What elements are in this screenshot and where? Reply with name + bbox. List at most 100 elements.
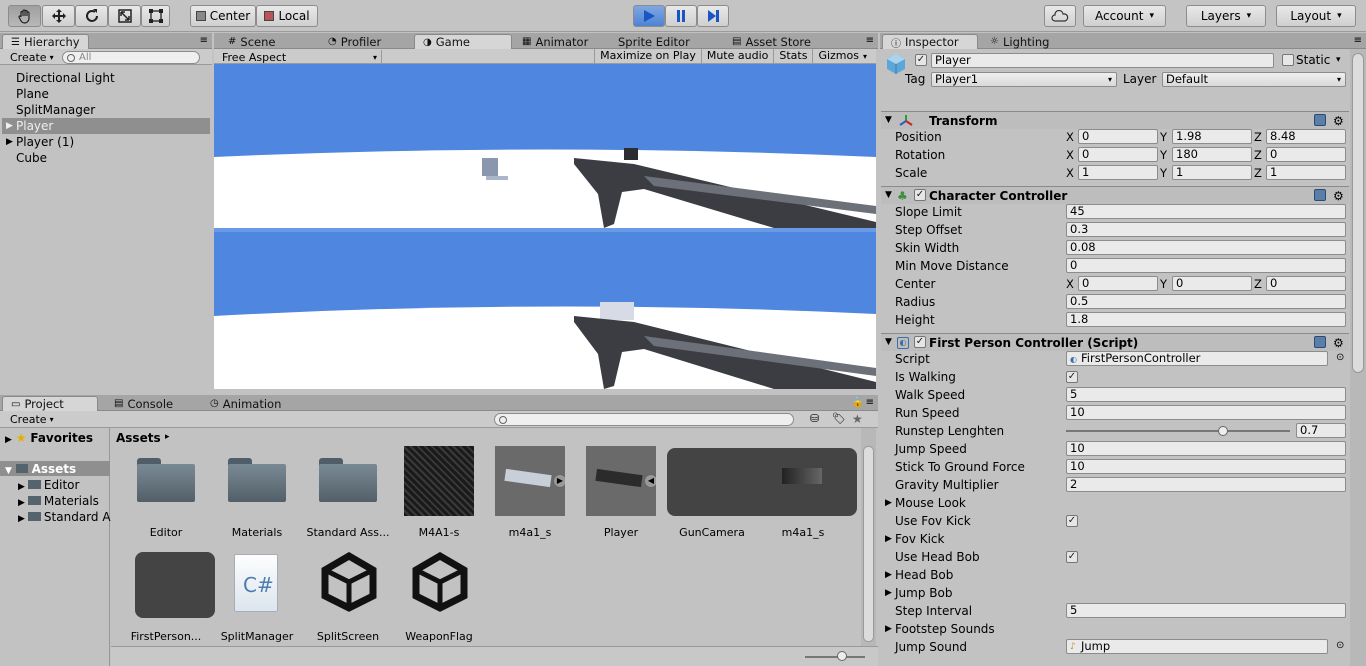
skin-width-row-input[interactable]: 0.08 — [1066, 240, 1346, 255]
transform-header[interactable]: ▼ Transform ⚙ — [881, 111, 1349, 129]
project-create-button[interactable]: Create ▾ — [6, 412, 58, 426]
tab-profiler[interactable]: ◔ Profiler — [320, 34, 389, 49]
tab-inspector[interactable]: ⓘ Inspector — [882, 34, 978, 50]
walk-speed-row-input[interactable]: 5 — [1066, 387, 1346, 402]
panel-menu-icon[interactable]: ≡ — [200, 35, 208, 46]
pivot-space-toggle[interactable]: Local — [256, 5, 318, 27]
game-option-mute-audio[interactable]: Mute audio — [700, 49, 774, 64]
height-row-input[interactable]: 1.8 — [1066, 312, 1346, 327]
is-walking-row-checkbox[interactable]: ✓ — [1066, 371, 1078, 383]
fov-kick-foldout[interactable]: Fov Kick ▶ — [881, 530, 1349, 548]
position-row-y[interactable]: 1.98 — [1172, 129, 1252, 144]
asset-item[interactable]: m4a1_s — [758, 446, 848, 542]
move-tool-icon[interactable] — [42, 5, 75, 27]
footstep-sounds-foldout[interactable]: Footstep Sounds ▶ — [881, 620, 1349, 638]
rect-tool-icon[interactable] — [141, 5, 170, 27]
panel-menu-icon[interactable]: ≡ — [866, 35, 874, 46]
asset-item[interactable]: GunCamera — [667, 446, 857, 542]
tree-folder[interactable]: ▶ Materials — [18, 494, 99, 508]
favorites-node[interactable]: ▶ ★ Favorites — [5, 431, 93, 445]
static-checkbox[interactable] — [1282, 54, 1294, 66]
tree-folder[interactable]: ▶ Standard A — [18, 510, 111, 524]
use-head-bob-row-checkbox[interactable]: ✓ — [1066, 551, 1078, 563]
cloud-button[interactable] — [1044, 5, 1076, 27]
favorite-star-icon[interactable]: ★ — [852, 412, 863, 426]
rotation-row-x[interactable]: 0 — [1078, 147, 1158, 162]
use-fov-kick-row-checkbox[interactable]: ✓ — [1066, 515, 1078, 527]
active-checkbox[interactable]: ✓ — [915, 54, 927, 66]
asset-item[interactable]: SplitScreen — [303, 550, 393, 646]
min-move-distance-row-input[interactable]: 0 — [1066, 258, 1346, 273]
tab-animator[interactable]: ▦ Animator — [514, 34, 596, 49]
project-scrollbar[interactable] — [861, 428, 876, 646]
tab-console[interactable]: ▤ Console — [106, 396, 181, 411]
center-row-x[interactable]: 0 — [1078, 276, 1158, 291]
layers-dropdown[interactable]: Layers — [1186, 5, 1266, 27]
inspector-scrollbar[interactable] — [1350, 49, 1366, 666]
scale-tool-icon[interactable] — [108, 5, 141, 27]
tab-asset-store[interactable]: ▤ Asset Store — [724, 34, 819, 49]
static-dropdown-icon[interactable]: ▾ — [1336, 55, 1341, 65]
pivot-center-toggle[interactable]: Center — [190, 5, 256, 27]
tab-project[interactable]: ▭ Project — [2, 396, 98, 411]
tab-scene[interactable]: # Scene — [220, 34, 283, 49]
tab-animation[interactable]: ◷ Animation — [202, 396, 289, 411]
asset-item[interactable]: WeaponFlag — [394, 550, 484, 646]
scale-row-z[interactable]: 1 — [1266, 165, 1346, 180]
rotate-tool-icon[interactable] — [75, 5, 108, 27]
component-enabled-checkbox[interactable]: ✓ — [914, 336, 926, 348]
asset-item[interactable]: ▶ m4a1_s — [485, 446, 575, 542]
icon-size-slider[interactable] — [805, 656, 865, 658]
tab-lighting[interactable]: ☼ Lighting — [982, 34, 1057, 49]
gravity-row-input[interactable]: 2 — [1066, 477, 1346, 492]
hierarchy-item[interactable]: Plane — [2, 86, 210, 102]
rotation-row-z[interactable]: 0 — [1266, 147, 1346, 162]
hierarchy-item[interactable]: ▶ Player — [2, 118, 210, 134]
hierarchy-item[interactable]: Cube — [2, 150, 210, 166]
asset-item[interactable]: Editor — [121, 446, 211, 542]
play-button[interactable] — [633, 5, 665, 27]
fpc-header[interactable]: ▼ ◐ ✓ First Person Controller (Script) ⚙ — [881, 333, 1349, 351]
game-option-gizmos[interactable]: Gizmos ▾ — [812, 49, 872, 64]
hierarchy-item[interactable]: Directional Light — [2, 70, 210, 86]
step-interval-row-input[interactable]: 5 — [1066, 603, 1346, 618]
foldout-arrow-icon[interactable]: ▶ — [6, 118, 13, 134]
step-offset-row-input[interactable]: 0.3 — [1066, 222, 1346, 237]
tab-sprite-editor[interactable]: Sprite Editor — [610, 34, 698, 49]
hierarchy-item[interactable]: SplitManager — [2, 102, 210, 118]
gear-icon[interactable]: ⚙ — [1333, 189, 1344, 203]
asset-item[interactable]: ◀ Player — [576, 446, 666, 542]
help-book-icon[interactable] — [1314, 336, 1326, 348]
run-speed-row-input[interactable]: 10 — [1066, 405, 1346, 420]
jump-bob-foldout[interactable]: Jump Bob ▶ — [881, 584, 1349, 602]
aspect-dropdown[interactable]: Free Aspect ▾ — [218, 50, 382, 64]
filter-label-icon[interactable]: 🏷 — [832, 412, 846, 425]
gear-icon[interactable]: ⚙ — [1333, 114, 1344, 128]
tab-game[interactable]: ◑ Game — [414, 34, 512, 49]
object-picker-icon[interactable]: ⊙ — [1336, 640, 1344, 651]
asset-item[interactable]: FirstPerson... — [121, 550, 215, 646]
position-row-z[interactable]: 8.48 — [1266, 129, 1346, 144]
gear-icon[interactable]: ⚙ — [1333, 336, 1344, 350]
position-row-x[interactable]: 0 — [1078, 129, 1158, 144]
step-button[interactable] — [697, 5, 729, 27]
rotation-row-y[interactable]: 180 — [1172, 147, 1252, 162]
filter-type-icon[interactable]: ⛁ — [810, 412, 819, 425]
tab-hierarchy[interactable]: ☰ Hierarchy — [2, 34, 89, 49]
stick-to-ground-row-input[interactable]: 10 — [1066, 459, 1346, 474]
center-row-y[interactable]: 0 — [1172, 276, 1252, 291]
help-book-icon[interactable] — [1314, 114, 1326, 126]
asset-item[interactable]: Materials — [212, 446, 302, 542]
component-enabled-checkbox[interactable]: ✓ — [914, 189, 926, 201]
project-search-input[interactable] — [494, 413, 794, 426]
hierarchy-create-button[interactable]: Create ▾ — [6, 50, 58, 64]
character-controller-header[interactable]: ▼ ♣ ✓ Character Controller ⚙ — [881, 186, 1349, 204]
hierarchy-item[interactable]: ▶ Player (1) — [2, 134, 210, 150]
layer-dropdown[interactable]: Default ▾ — [1162, 72, 1346, 87]
asset-item[interactable]: Standard Ass... — [303, 446, 393, 542]
expand-arrow-icon[interactable]: ▶ — [553, 474, 565, 488]
panel-menu-icon[interactable]: ≡ — [866, 397, 874, 408]
layout-dropdown[interactable]: Layout — [1276, 5, 1356, 27]
help-book-icon[interactable] — [1314, 189, 1326, 201]
account-dropdown[interactable]: Account — [1083, 5, 1166, 27]
